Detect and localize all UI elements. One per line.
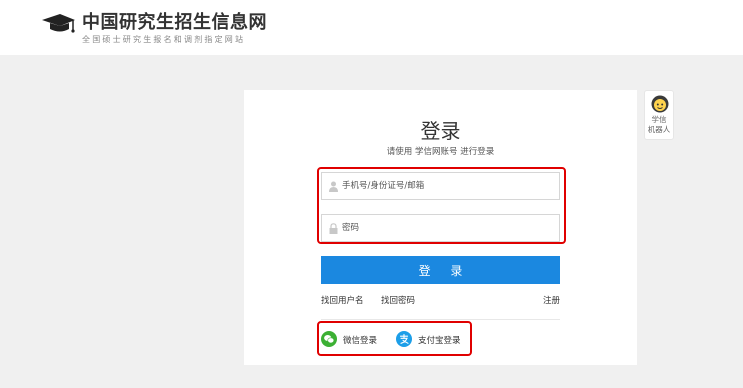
graduation-cap-icon — [42, 14, 75, 33]
site-header: 中国研究生招生信息网 全国硕士研究生报名和调剂指定网站 — [0, 0, 743, 55]
register-link[interactable]: 注册 — [543, 294, 560, 306]
password-input[interactable] — [342, 218, 552, 238]
alipay-login-label: 支付宝登录 — [418, 336, 461, 346]
username-field[interactable] — [321, 172, 560, 200]
robot-avatar-icon — [651, 95, 669, 113]
login-card: 登录 请使用 学信网账号 进行登录 登 录 找回用户名 找回密码 注册 微信登录 — [244, 90, 637, 365]
login-title: 登录 — [420, 119, 461, 143]
username-input[interactable] — [342, 176, 552, 196]
alipay-icon — [396, 331, 412, 347]
login-button[interactable]: 登 录 — [321, 256, 560, 284]
password-field[interactable] — [321, 214, 560, 242]
xuexin-robot-button[interactable]: 学信 机器人 — [644, 90, 674, 140]
divider — [321, 319, 560, 320]
robot-label: 学信 机器人 — [645, 115, 673, 135]
wechat-login-label: 微信登录 — [343, 336, 378, 346]
robot-label-line2: 机器人 — [647, 125, 671, 134]
login-subtitle: 请使用 学信网账号 进行登录 — [386, 147, 495, 157]
lock-icon — [329, 223, 338, 234]
user-icon — [329, 181, 338, 192]
find-username-link[interactable]: 找回用户名 — [321, 294, 364, 306]
site-subtitle: 全国硕士研究生报名和调剂指定网站 — [82, 35, 246, 44]
robot-label-line1: 学信 — [651, 115, 667, 124]
find-password-link[interactable]: 找回密码 — [381, 294, 415, 306]
wechat-icon — [321, 331, 337, 347]
site-title: 中国研究生招生信息网 — [82, 12, 267, 33]
